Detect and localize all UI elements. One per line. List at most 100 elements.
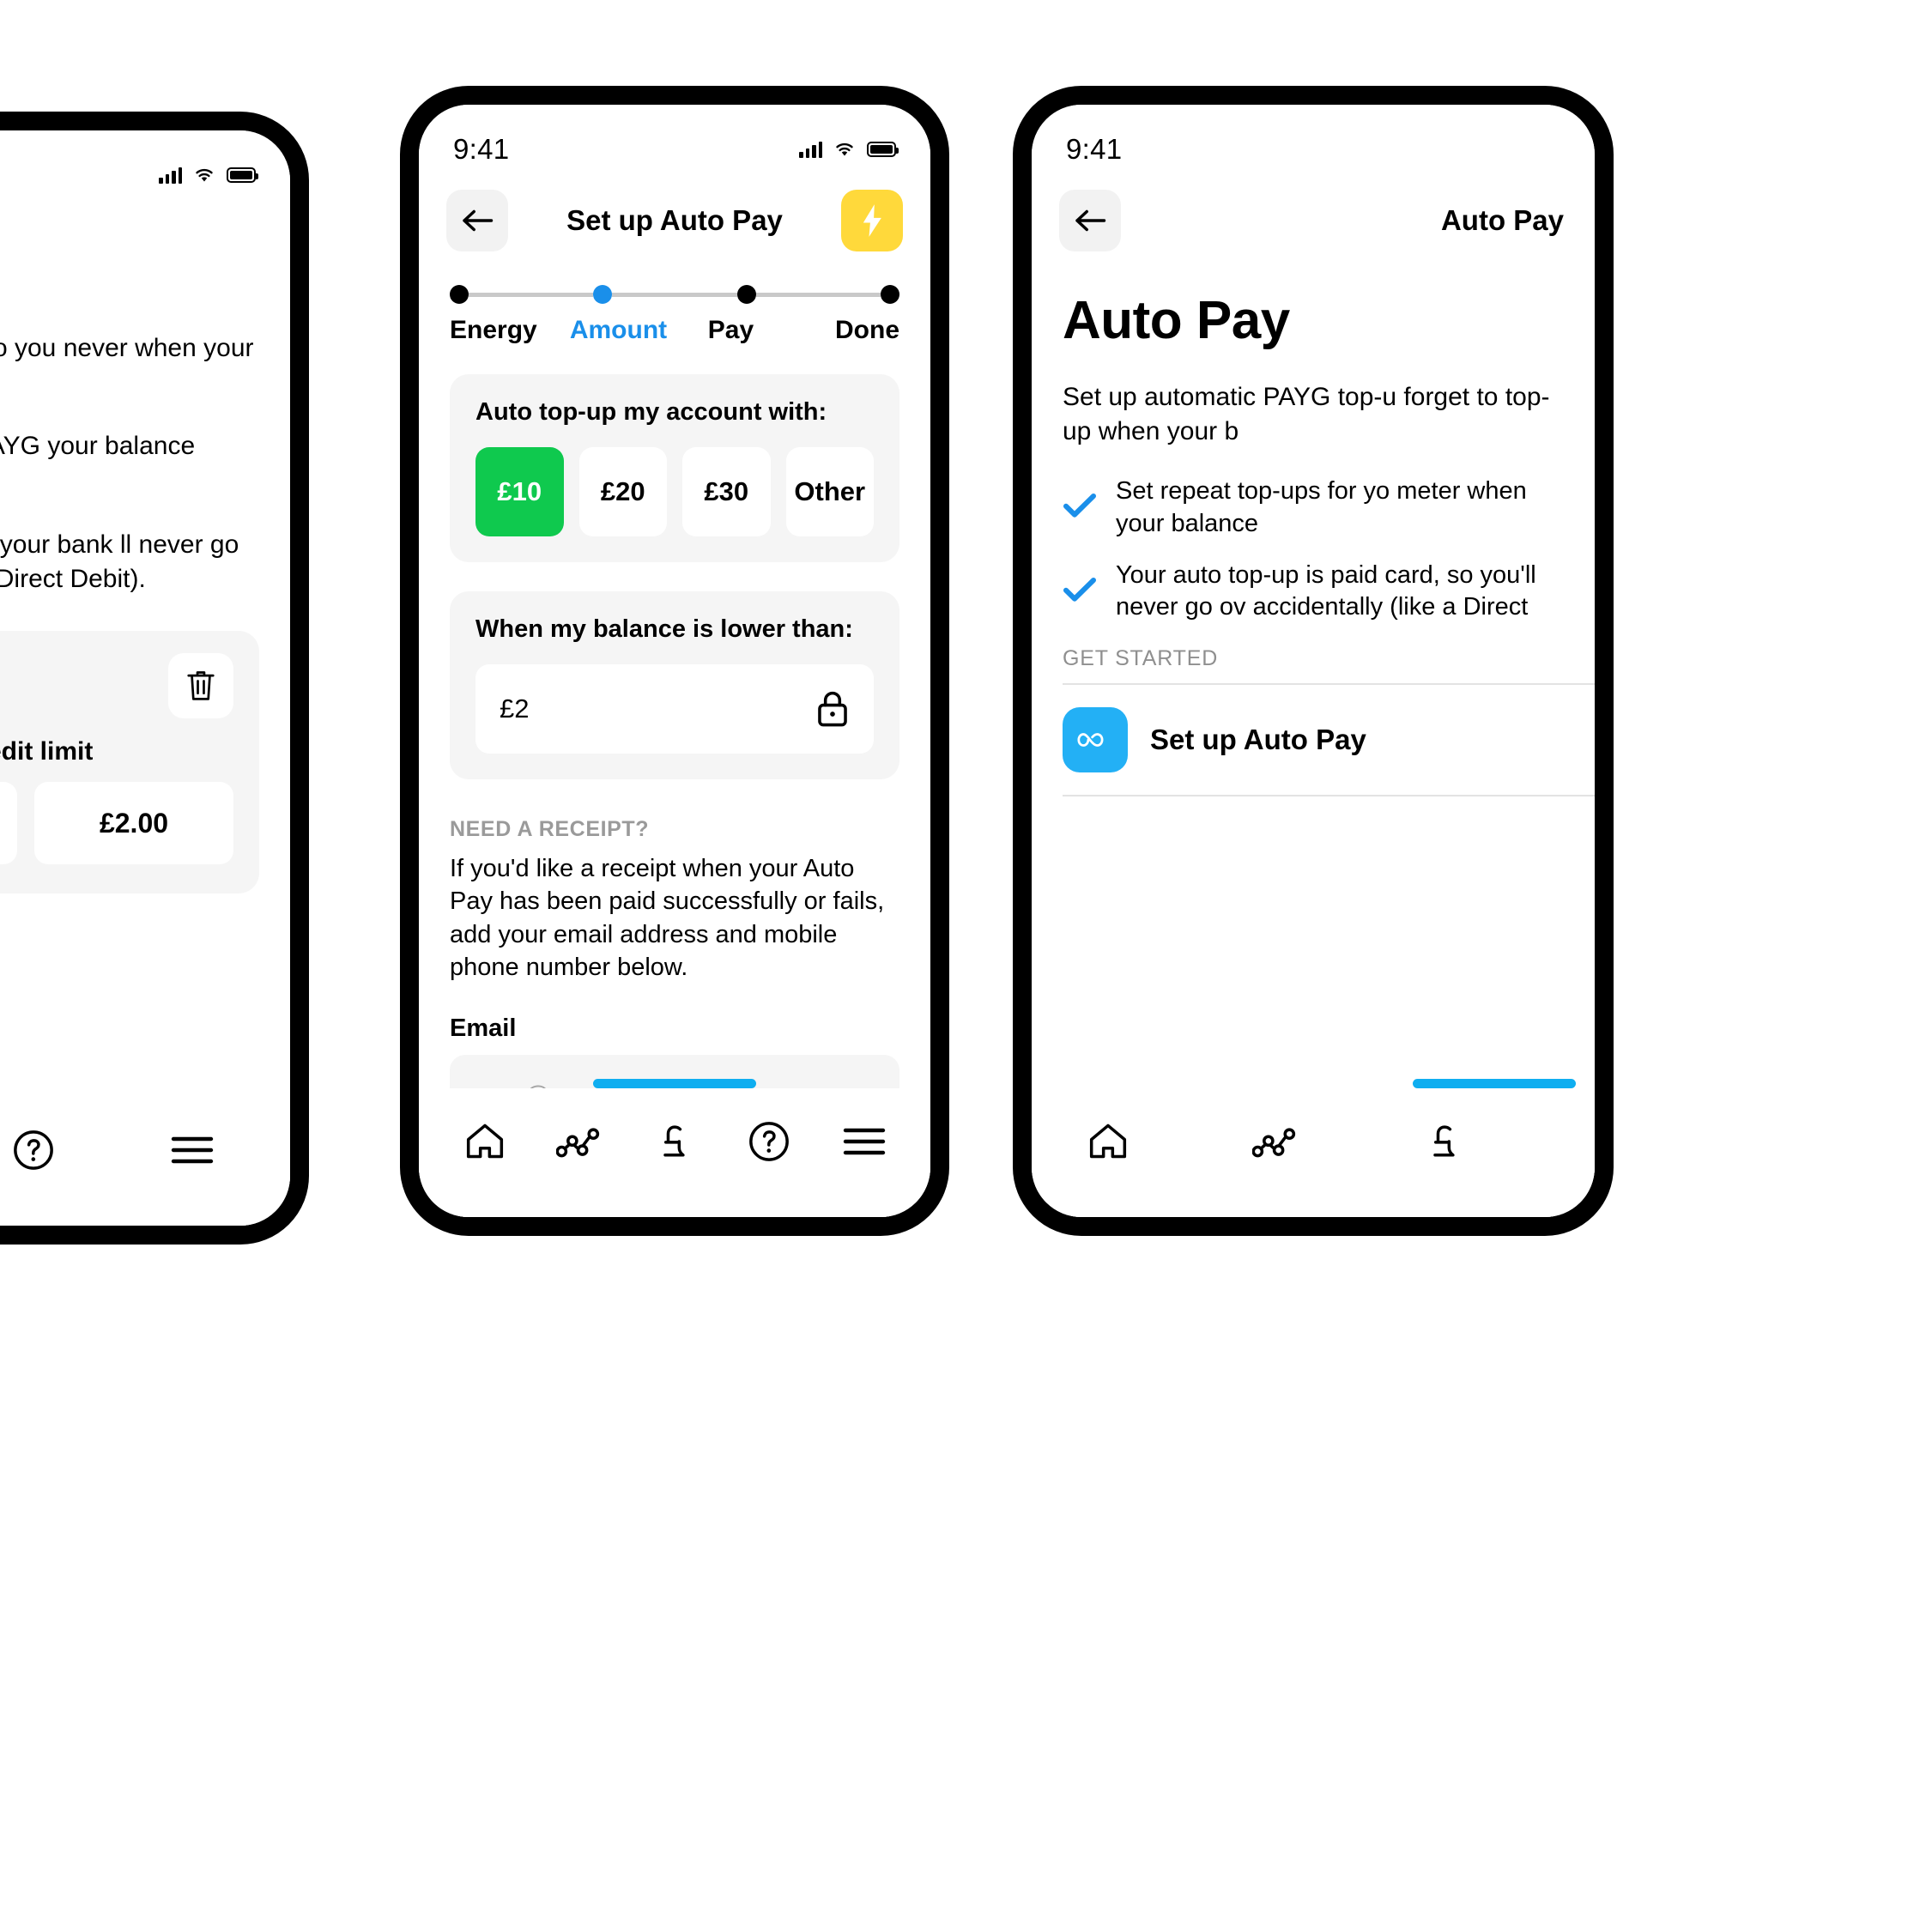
stepper-line-3 [755, 292, 881, 297]
left-paragraph-2: op-ups for your PAYG your balance reache… [0, 432, 196, 461]
lightning-bolt-icon [863, 204, 881, 237]
list-item-label: Set up Auto Pay [1150, 723, 1366, 755]
stepper-dot-done[interactable] [880, 285, 899, 304]
usage-chart-icon [1252, 1128, 1296, 1158]
help-icon [749, 1122, 790, 1161]
stepper-label-amount[interactable]: Amount [562, 316, 675, 345]
credit-limit-label: Credit limit [0, 737, 94, 766]
left-screen: 9:41 Auto Pay c PAYG top-ups so you neve… [0, 130, 290, 1226]
left-body: c PAYG top-ups so you never when your ba… [0, 280, 290, 894]
battery-icon [227, 167, 258, 183]
left-nav-title: Auto Pay [0, 230, 290, 263]
check-icon [1063, 576, 1097, 608]
infinity-icon [1063, 706, 1128, 772]
tab-usage[interactable] [543, 1105, 617, 1178]
tab-help[interactable] [732, 1105, 806, 1178]
center-status-bar: 9:41 [419, 105, 930, 172]
balance-threshold-title: When my balance is lower than: [475, 615, 853, 643]
stepper-label-energy[interactable]: Energy [450, 316, 562, 345]
check-icon [1063, 492, 1097, 524]
stepper-label-pay[interactable]: Pay [675, 316, 787, 345]
signal-icon [799, 141, 822, 158]
right-status-bar: 9:41 [1032, 105, 1595, 172]
page-lede: Set up automatic PAYG top-u forget to to… [1063, 383, 1550, 445]
amount-option-30[interactable]: £30 [682, 447, 771, 536]
left-paragraph-3: op-up is paid with your bank ll never go… [0, 530, 239, 593]
amount-option-other[interactable]: Other [785, 447, 874, 536]
amount-option-20[interactable]: £20 [578, 447, 667, 536]
stepper-line-1 [469, 292, 594, 297]
benefit-item: Your auto top-up is paid card, so you'll… [1063, 560, 1564, 624]
back-arrow-icon [1075, 209, 1106, 232]
menu-icon [843, 1128, 885, 1155]
tab-pay[interactable] [1408, 1105, 1481, 1178]
delete-button[interactable] [168, 653, 233, 719]
stepper-label-done[interactable]: Done [787, 316, 899, 345]
receipt-kicker: NEED A RECEIPT? [450, 817, 650, 841]
setup-stepper: Energy Amount Pay Done [419, 254, 930, 345]
wifi-icon [836, 142, 853, 156]
home-icon [1089, 1123, 1127, 1159]
stepper-dot-energy[interactable] [450, 285, 469, 304]
home-icon [467, 1123, 504, 1159]
center-status-time: 9:41 [453, 133, 510, 165]
balance-threshold-value: £2 [500, 693, 530, 724]
list-item-setup-auto-pay[interactable]: Set up Auto Pay [1063, 682, 1595, 796]
screenshot-stage: 9:41 Auto Pay c PAYG top-ups so you neve… [0, 0, 1932, 1932]
credit-limit-field-left[interactable] [0, 782, 17, 865]
benefit-text: Your auto top-up is paid card, so you'll… [1116, 560, 1536, 621]
pound-icon [663, 1125, 685, 1157]
right-status-time: 9:41 [1066, 133, 1123, 165]
left-paragraph-1: c PAYG top-ups so you never when your ba… [0, 334, 254, 362]
phone-right: 9:41 Auto Pay Auto Pay Set up automatic … [1013, 86, 1614, 1236]
stepper-labels: Energy Amount Pay Done [450, 316, 899, 345]
tab-menu[interactable] [155, 1113, 229, 1187]
benefits-list: Set repeat top-ups for yo meter when you… [1063, 475, 1564, 624]
center-tabbar [419, 1088, 930, 1217]
tab-help[interactable] [0, 1113, 70, 1187]
balance-threshold-field[interactable]: £2 [475, 664, 874, 754]
back-button[interactable] [446, 190, 508, 251]
phone-left: 9:41 Auto Pay c PAYG top-ups so you neve… [0, 112, 309, 1245]
tab-usage[interactable] [1239, 1105, 1313, 1178]
balance-threshold-card: When my balance is lower than: £2 [450, 591, 899, 779]
trash-icon [187, 671, 215, 700]
lock-icon [818, 691, 847, 727]
wifi-icon [196, 168, 213, 182]
battery-icon [867, 142, 899, 157]
stepper-line-2 [612, 292, 737, 297]
benefit-text: Set repeat top-ups for yo meter when you… [1116, 477, 1527, 537]
credit-limit-value[interactable]: £2.00 [34, 782, 233, 865]
page-title: Auto Pay [1063, 291, 1290, 350]
stepper-dot-amount[interactable] [593, 285, 613, 304]
stepper-dot-pay[interactable] [736, 285, 756, 304]
phone-input[interactable] [475, 1235, 874, 1236]
tab-home[interactable] [1071, 1105, 1145, 1178]
menu-icon [171, 1136, 213, 1164]
right-tabbar [1032, 1088, 1595, 1217]
credit-limit-fields: £2.00 [0, 782, 233, 865]
receipt-body: If you'd like a receipt when your Auto P… [450, 855, 885, 981]
left-navbar: Auto Pay [0, 197, 290, 280]
tab-menu[interactable] [827, 1105, 901, 1178]
tab-home[interactable] [448, 1105, 522, 1178]
email-label: Email [450, 1014, 517, 1043]
tab-pay[interactable] [638, 1105, 712, 1178]
center-home-indicator [593, 1079, 756, 1088]
right-screen: 9:41 Auto Pay Auto Pay Set up automatic … [1032, 105, 1595, 1217]
back-button[interactable] [1059, 190, 1121, 251]
phone-center: 9:41 Set up Auto Pay Energy Amount Pay D… [400, 86, 949, 1236]
benefit-item: Set repeat top-ups for yo meter when you… [1063, 475, 1564, 540]
stepper-track [450, 285, 899, 304]
back-arrow-icon [463, 209, 494, 232]
topup-amount-card: Auto top-up my account with: £10 £20 £30… [450, 374, 899, 562]
right-home-indicator [1413, 1079, 1576, 1088]
amount-option-10[interactable]: £10 [475, 447, 564, 536]
left-status-bar: 9:41 [0, 130, 290, 197]
boost-button[interactable] [841, 190, 903, 251]
signal-icon [159, 167, 182, 184]
get-started-kicker: GET STARTED [1063, 645, 1219, 670]
right-body: Auto Pay Set up automatic PAYG top-u for… [1032, 290, 1595, 796]
center-screen: 9:41 Set up Auto Pay Energy Amount Pay D… [419, 105, 930, 1217]
topup-amount-title: Auto top-up my account with: [475, 398, 827, 426]
